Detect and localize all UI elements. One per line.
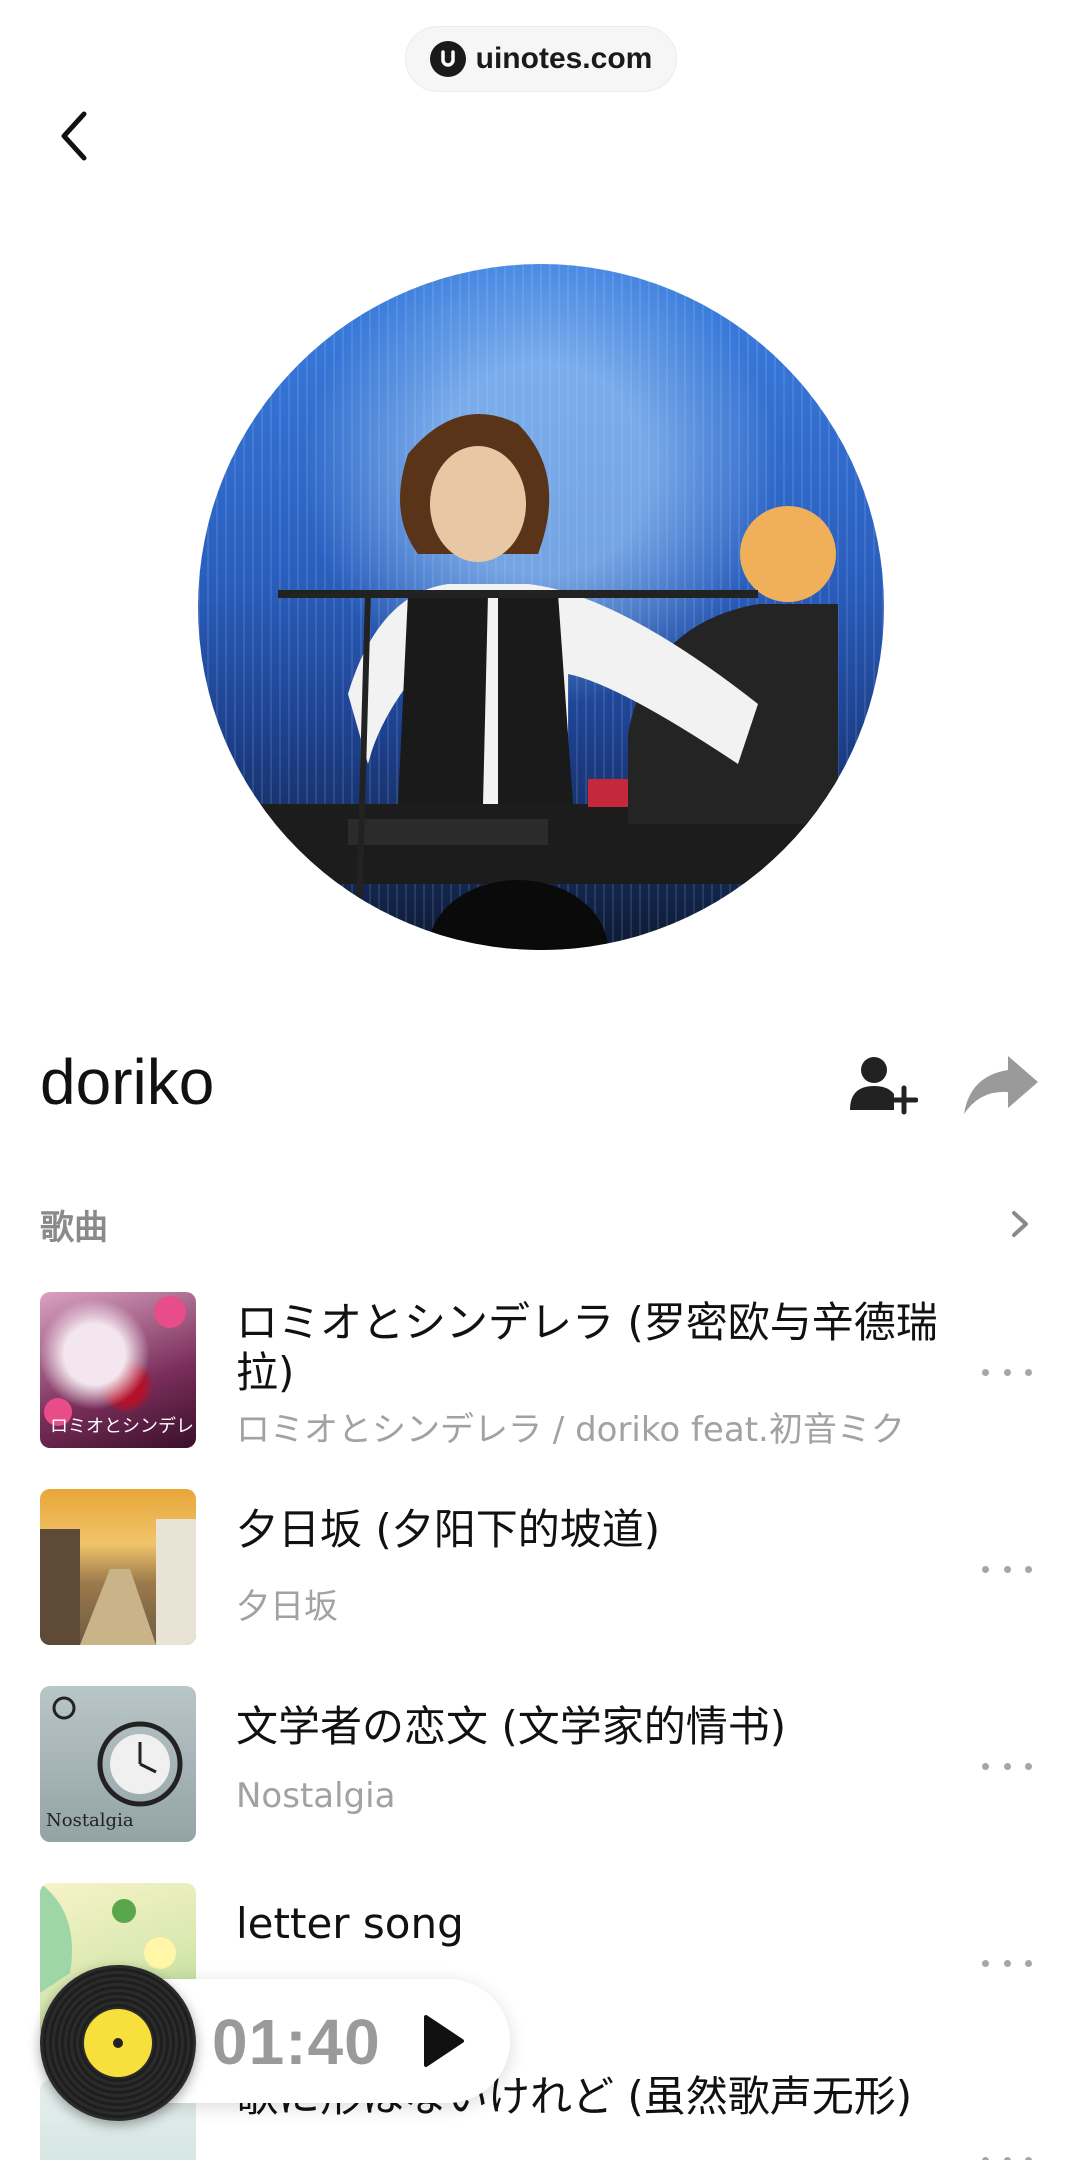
- cover-title: ロミオとシンデレラ: [50, 1416, 196, 1437]
- songs-section-header[interactable]: 歌曲: [40, 1200, 1040, 1248]
- artist-photo: [258, 414, 838, 950]
- song-title: 文学者の恋文 (文学家的情书): [236, 1702, 787, 1751]
- chevron-right-icon: [1000, 1204, 1040, 1244]
- song-title: 夕日坂 (夕阳下的坡道): [236, 1505, 661, 1554]
- song-subtitle: ロミオとシンデレラ / doriko feat.初音ミク: [236, 1410, 905, 1450]
- follow-artist-button[interactable]: [848, 1054, 919, 1116]
- vinyl-disc-icon[interactable]: [40, 1965, 196, 2121]
- more-options-icon[interactable]: [982, 1362, 1032, 1382]
- artist-name: doriko: [40, 1046, 215, 1118]
- back-button[interactable]: [42, 104, 106, 168]
- watermark-text: uinotes.com: [475, 42, 653, 75]
- share-button[interactable]: [962, 1054, 1040, 1116]
- play-button[interactable]: [418, 2013, 468, 2069]
- more-options-icon[interactable]: [982, 2150, 1032, 2160]
- album-cover: [40, 1489, 196, 1645]
- add-user-icon: [850, 1057, 919, 1115]
- song-subtitle: 夕日坂: [236, 1587, 338, 1627]
- more-options-icon[interactable]: [982, 1953, 1032, 1973]
- cover-title: Nostalgia: [46, 1810, 134, 1831]
- play-icon: [424, 2015, 464, 2067]
- song-row[interactable]: 夕日坂 (夕阳下的坡道) 夕日坂: [0, 1487, 1080, 1647]
- section-title: 歌曲: [40, 1207, 108, 1248]
- more-options-icon[interactable]: [982, 1559, 1032, 1579]
- watermark-badge: uinotes.com: [405, 26, 677, 92]
- artist-avatar: [198, 264, 884, 950]
- album-cover: ロミオとシンデレラ: [40, 1292, 196, 1448]
- song-row[interactable]: ロミオとシンデレラ ロミオとシンデレラ (罗密欧与辛德瑞拉) ロミオとシンデレラ…: [0, 1290, 1080, 1450]
- mini-player[interactable]: 01:40: [40, 1965, 510, 2121]
- share-arrow-icon: [964, 1056, 1038, 1114]
- album-cover: Nostalgia: [40, 1686, 196, 1842]
- song-row[interactable]: Nostalgia 文学者の恋文 (文学家的情书) Nostalgia: [0, 1684, 1080, 1844]
- song-title: letter song: [236, 1899, 464, 1948]
- song-title: ロミオとシンデレラ (罗密欧与辛德瑞拉): [236, 1298, 938, 1397]
- chevron-left-icon: [61, 111, 87, 161]
- song-subtitle: Nostalgia: [236, 1776, 396, 1816]
- playback-time: 01:40: [212, 2006, 381, 2078]
- uinotes-logo-icon: [429, 41, 466, 77]
- more-options-icon[interactable]: [982, 1756, 1032, 1776]
